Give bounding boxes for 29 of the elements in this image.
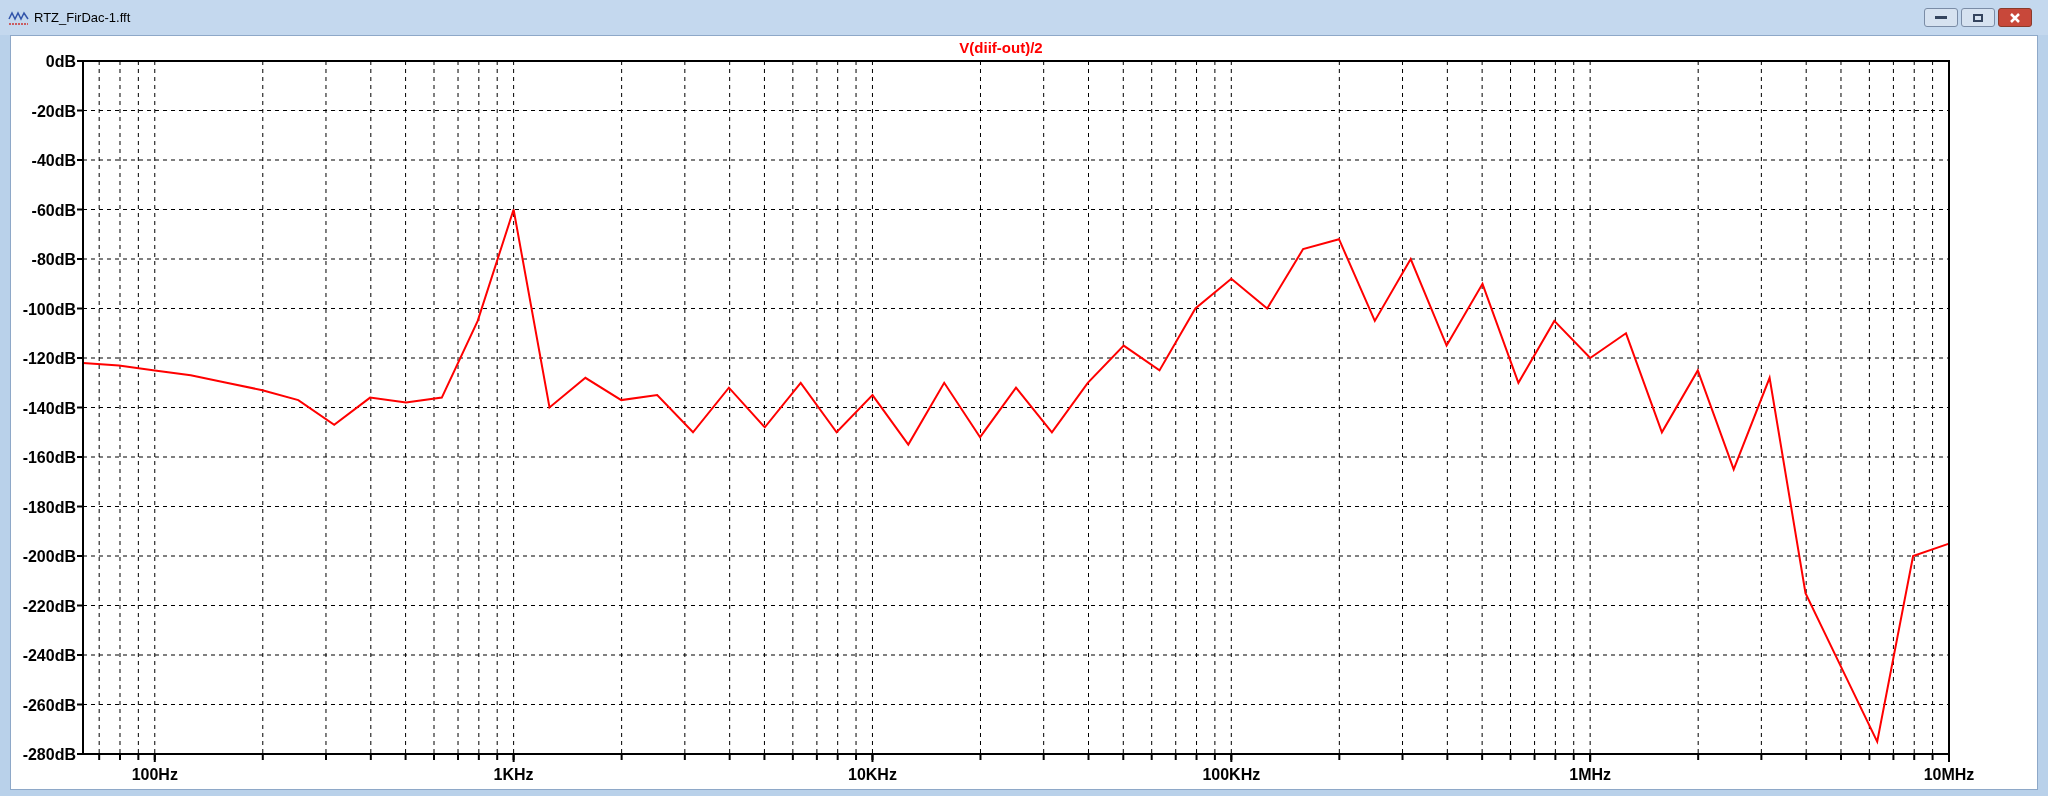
y-tick-label: -80dB [31,251,76,268]
y-tick-label: -220dB [22,597,76,615]
x-tick-label: 10KHz [848,766,897,783]
x-tick-label: 100KHz [1202,766,1261,783]
y-tick-label: -180dB [22,498,76,516]
window-title: RTZ_FirDac-1.fft [34,8,131,27]
y-tick-label: -160dB [22,449,76,466]
trace-label: V(diif-out)/2 [959,39,1043,56]
minimize-icon [1935,15,1947,20]
x-tick-label: 100Hz [131,766,178,783]
minimize-button[interactable] [1924,8,1958,27]
x-tick-label: 1KHz [493,766,534,783]
y-tick-label: -280dB [22,746,76,763]
restore-button[interactable] [1961,8,1995,27]
y-tick-label: -260dB [22,696,76,714]
y-tick-label: 0dB [45,53,76,70]
y-tick-label: -20dB [31,102,76,120]
y-tick-label: -200dB [22,548,76,565]
y-tick-label: -40dB [31,152,76,169]
y-tick-label: -120dB [22,350,76,367]
restore-icon [1973,13,1983,22]
y-tick-label: -60dB [31,201,76,219]
y-tick-label: -100dB [22,300,76,318]
y-tick-label: -240dB [22,647,76,664]
close-icon [2009,12,2021,23]
x-tick-label: 1MHz [1569,766,1612,783]
y-tick-label: -140dB [22,399,76,417]
close-button[interactable] [1998,8,2032,27]
x-tick-label: 10MHz [1923,766,1975,783]
